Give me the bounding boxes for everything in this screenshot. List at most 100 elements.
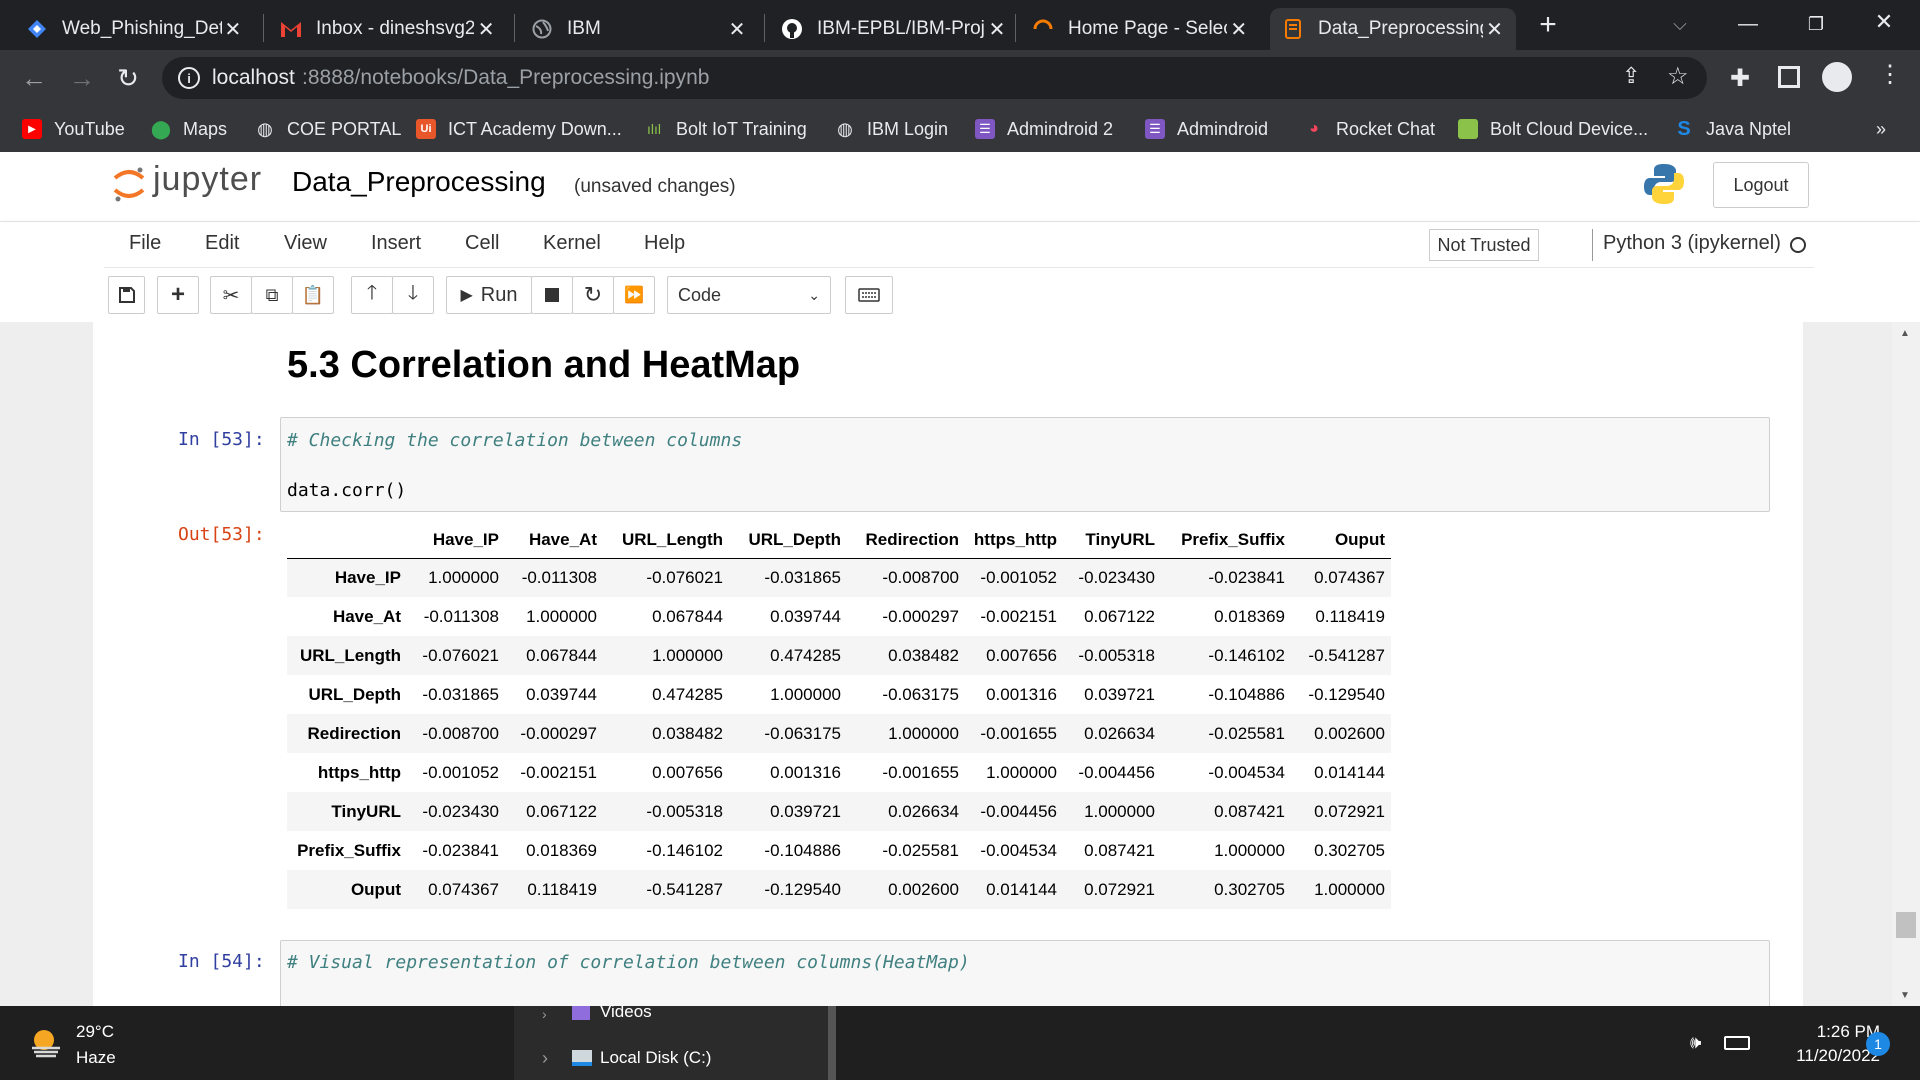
- forward-icon[interactable]: →: [62, 58, 102, 98]
- close-window-button[interactable]: ✕: [1864, 2, 1904, 42]
- chevron-down-icon: ⌄: [808, 286, 820, 303]
- close-icon[interactable]: ✕: [222, 17, 244, 41]
- output-prompt: Out[53]:: [178, 524, 265, 545]
- save-button[interactable]: [108, 276, 145, 314]
- explorer-item-videos[interactable]: Videos: [600, 1002, 652, 1022]
- side-panel-icon[interactable]: [1778, 66, 1800, 88]
- share-icon[interactable]: ⇪: [1622, 63, 1640, 89]
- speaker-icon[interactable]: 🕪: [1690, 1032, 1701, 1053]
- fast-forward-icon: ⏩: [624, 287, 644, 304]
- row-index: URL_Depth: [308, 684, 401, 704]
- flyout-scrollbar[interactable]: [828, 1006, 836, 1080]
- chevron-right-icon[interactable]: ›: [542, 1048, 548, 1069]
- bookmark-rocket-chat[interactable]: ◕ Rocket Chat: [1304, 112, 1435, 146]
- address-bar[interactable]: i localhost :8888/notebooks/Data_Preproc…: [162, 57, 1707, 99]
- interrupt-button[interactable]: [531, 276, 573, 314]
- tab-inbox[interactable]: Inbox - dineshsvg2 ✕: [268, 8, 508, 50]
- kernel-name[interactable]: Python 3 (ipykernel): [1603, 232, 1781, 255]
- paste-button[interactable]: 📋: [292, 276, 334, 314]
- table-cell: -0.146102: [646, 840, 723, 860]
- tab-web-phishing[interactable]: Web_Phishing_Dete ✕: [14, 8, 254, 50]
- menu-help[interactable]: Help: [644, 232, 685, 255]
- copy-button[interactable]: ⧉: [251, 276, 293, 314]
- trust-button[interactable]: Not Trusted: [1429, 229, 1539, 261]
- move-up-button[interactable]: 🡑: [351, 276, 393, 314]
- chevron-right-icon[interactable]: ›: [542, 1006, 547, 1022]
- menu-view[interactable]: View: [284, 232, 327, 255]
- bookmark-admindroid-2[interactable]: ☰ Admindroid 2: [975, 112, 1113, 146]
- cut-button[interactable]: ✂: [210, 276, 252, 314]
- notification-badge[interactable]: 1: [1866, 1032, 1890, 1056]
- weather-icon[interactable]: [28, 1026, 64, 1058]
- scroll-down-icon[interactable]: ▼: [1900, 990, 1910, 1001]
- close-icon[interactable]: ✕: [985, 17, 1009, 41]
- bookmark-java-nptel[interactable]: S Java Nptel: [1674, 112, 1791, 146]
- url-path: :8888/notebooks/Data_Preprocessing.ipynb: [302, 66, 710, 89]
- back-icon[interactable]: ←: [14, 58, 54, 98]
- bookmark-ict-academy[interactable]: Ui ICT Academy Down...: [416, 112, 622, 146]
- logout-button[interactable]: Logout: [1713, 162, 1809, 208]
- code-cell-53[interactable]: # Checking the correlation between colum…: [280, 417, 1770, 512]
- table-cell: -0.002151: [980, 606, 1057, 626]
- restart-button[interactable]: ↻: [572, 276, 614, 314]
- battery-icon[interactable]: [1724, 1036, 1750, 1050]
- tab-home-page[interactable]: Home Page - Select ✕: [1020, 8, 1260, 50]
- bookmark-ibm-login[interactable]: ◍ IBM Login: [835, 112, 948, 146]
- menu-file[interactable]: File: [129, 232, 161, 255]
- extensions-icon[interactable]: ✚: [1730, 64, 1750, 93]
- command-palette-button[interactable]: [845, 276, 893, 314]
- clock-time[interactable]: 1:26 PM: [1780, 1022, 1880, 1042]
- scroll-up-icon[interactable]: ▲: [1900, 328, 1910, 339]
- bookmark-star-icon[interactable]: ☆: [1667, 62, 1689, 91]
- clock-date[interactable]: 11/20/2022: [1764, 1046, 1880, 1066]
- table-cell: 0.018369: [1214, 606, 1285, 626]
- close-icon[interactable]: ✕: [725, 17, 749, 41]
- restore-button[interactable]: ❐: [1796, 4, 1836, 44]
- tab-data-preprocessing[interactable]: Data_Preprocessing ✕: [1270, 8, 1516, 50]
- table-cell: -0.023841: [1208, 567, 1285, 587]
- reload-icon[interactable]: ↻: [108, 58, 148, 98]
- bookmark-coe-portal[interactable]: ◍ COE PORTAL: [255, 112, 401, 146]
- move-down-button[interactable]: 🡓: [392, 276, 434, 314]
- close-icon[interactable]: ✕: [1227, 17, 1250, 41]
- github-icon: [781, 18, 803, 40]
- table-cell: 0.067122: [526, 801, 597, 821]
- minimize-button[interactable]: —: [1728, 4, 1768, 44]
- bookmark-admindroid[interactable]: ☰ Admindroid: [1145, 112, 1268, 146]
- notebook-title[interactable]: Data_Preprocessing: [292, 166, 546, 198]
- kebab-menu-icon[interactable]: ⋮: [1878, 60, 1902, 89]
- bookmark-bolt-iot[interactable]: ılıl Bolt IoT Training: [644, 112, 807, 146]
- menu-kernel[interactable]: Kernel: [543, 232, 601, 255]
- tab-github[interactable]: IBM-EPBL/IBM-Proj ✕: [769, 8, 1019, 50]
- bookmark-bolt-cloud[interactable]: Bolt Cloud Device...: [1458, 112, 1648, 146]
- menu-cell[interactable]: Cell: [465, 232, 499, 255]
- bookmark-maps[interactable]: ⬤ Maps: [151, 112, 227, 146]
- menu-edit[interactable]: Edit: [205, 232, 239, 255]
- new-tab-button[interactable]: +: [1528, 5, 1568, 45]
- menu-insert[interactable]: Insert: [371, 232, 421, 255]
- explorer-item-local-disk[interactable]: Local Disk (C:): [600, 1048, 711, 1068]
- insert-cell-button[interactable]: +: [157, 276, 199, 314]
- plus-icon: +: [170, 281, 185, 308]
- cell-type-select[interactable]: Code ⌄: [667, 276, 831, 314]
- tab-divider: [514, 14, 515, 42]
- cell-type-value: Code: [678, 284, 722, 305]
- bolt-icon: [1458, 119, 1478, 139]
- jupyter-logo-text[interactable]: jupyter: [153, 160, 262, 199]
- scrollbar-thumb[interactable]: [1896, 912, 1916, 938]
- restart-run-all-button[interactable]: ⏩: [613, 276, 655, 314]
- videos-folder-icon: [572, 1006, 590, 1020]
- more-bookmarks-button[interactable]: »: [1876, 112, 1886, 146]
- input-prompt: In [53]:: [178, 429, 265, 450]
- tab-ibm[interactable]: IBM ✕: [519, 8, 759, 50]
- info-icon[interactable]: i: [178, 67, 200, 89]
- chevron-down-icon[interactable]: ⌵: [1660, 4, 1700, 44]
- vertical-scrollbar[interactable]: ▲ ▼: [1892, 322, 1920, 1006]
- table-cell: -0.076021: [422, 645, 499, 665]
- run-button[interactable]: ▶ Run: [446, 276, 532, 314]
- close-icon[interactable]: ✕: [1483, 17, 1506, 41]
- avatar[interactable]: [1822, 62, 1852, 92]
- row-index: Redirection: [307, 723, 401, 743]
- bookmark-youtube[interactable]: ▶ YouTube: [22, 112, 125, 146]
- close-icon[interactable]: ✕: [474, 17, 498, 41]
